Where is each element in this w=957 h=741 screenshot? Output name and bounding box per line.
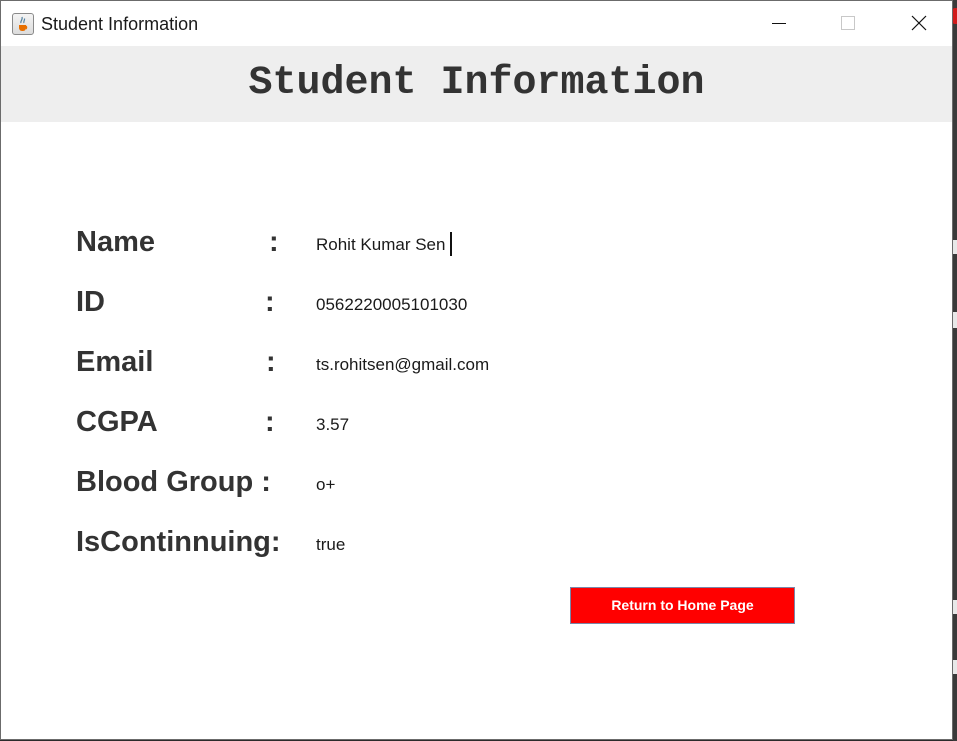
- cgpa-value: 3.57: [316, 415, 350, 434]
- background-fragment: [953, 240, 957, 254]
- student-info-window: Student Information Student Information …: [0, 0, 953, 740]
- blood-group-label: Blood Group :: [76, 466, 271, 498]
- title-bar[interactable]: Student Information: [1, 1, 952, 46]
- minimize-icon: [772, 23, 786, 24]
- page-title: Student Information: [248, 61, 705, 106]
- name-colon: :: [269, 226, 279, 258]
- close-icon: [911, 15, 927, 31]
- is-continuing-value: true: [316, 535, 346, 554]
- name-label: Name: [76, 226, 155, 258]
- header-band: Student Information: [1, 46, 952, 122]
- maximize-icon: [841, 16, 855, 30]
- email-label: Email: [76, 346, 154, 378]
- background-fragment: [953, 312, 957, 328]
- text-caret: [450, 232, 452, 256]
- id-label: ID: [76, 286, 105, 318]
- background-fragment: [953, 660, 957, 674]
- name-field[interactable]: Rohit Kumar Sen: [316, 235, 445, 255]
- id-value: 0562220005101030: [316, 295, 468, 314]
- cgpa-label: CGPA: [76, 406, 158, 438]
- java-cup-icon[interactable]: [12, 13, 34, 35]
- blood-group-value: o+: [316, 475, 336, 494]
- cgpa-colon: :: [265, 406, 275, 438]
- email-value: ts.rohitsen@gmail.com: [316, 355, 490, 374]
- minimize-button[interactable]: [756, 1, 802, 46]
- background-window-edge: [953, 0, 957, 741]
- close-button[interactable]: [896, 1, 942, 46]
- maximize-button[interactable]: [825, 1, 871, 46]
- return-home-button[interactable]: Return to Home Page: [570, 587, 795, 624]
- window-title: Student Information: [41, 14, 199, 34]
- id-colon: :: [265, 286, 275, 318]
- background-fragment: [953, 600, 957, 614]
- email-colon: :: [266, 346, 276, 378]
- is-continuing-label: IsContinnuing:: [76, 526, 281, 558]
